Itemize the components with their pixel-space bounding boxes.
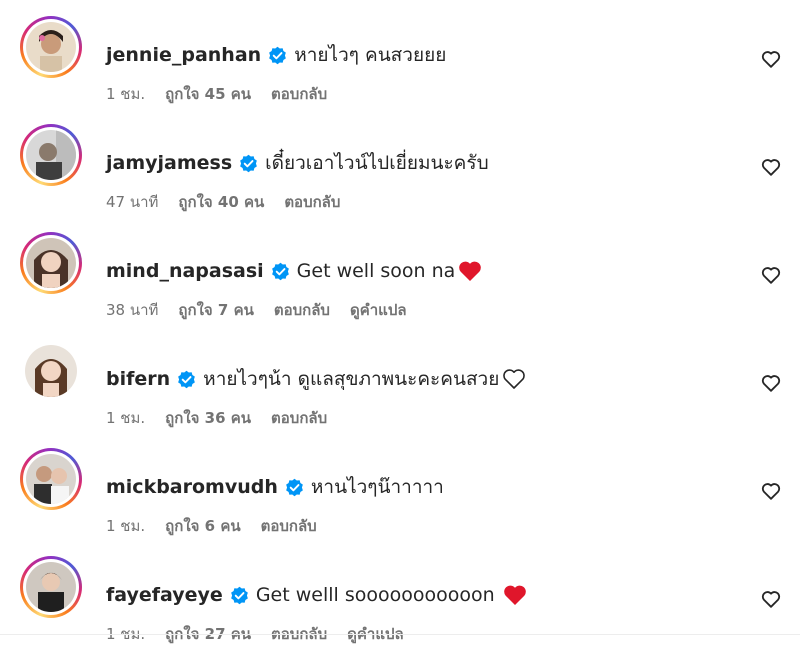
reply-button[interactable]: ตอบกลับ [271,406,327,430]
comment-item: mind_napasasi Get well soon na 38 นาที ถ… [0,228,800,328]
username[interactable]: jennie_panhan [106,44,261,66]
comment-item: fayefayeye Get welll sooooooooooon 1 ชม.… [0,552,800,652]
avatar[interactable] [20,340,82,402]
comment-text: Get well soon na [296,260,456,282]
heart-icon[interactable] [760,588,782,610]
avatar[interactable] [20,556,82,618]
avatar[interactable] [20,16,82,78]
reply-button[interactable]: ตอบกลับ [271,82,327,106]
comment-text: เดี๋ยวเอาไวน์ไปเยี่ยมนะครับ [265,152,489,174]
comment-item: jennie_panhan หายไวๆ คนสวยยย 1 ชม. ถูกใจ… [0,12,800,112]
heart-icon[interactable] [760,372,782,394]
comment-item: jamyjamess เดี๋ยวเอาไวน์ไปเยี่ยมนะครับ 4… [0,120,800,220]
reply-button[interactable]: ตอบกลับ [261,514,317,538]
heart-icon[interactable] [760,48,782,70]
verified-badge-icon [177,370,196,389]
likes-count[interactable]: ถูกใจ 40 คน [178,190,264,214]
see-translation-button[interactable]: ดูคำแปล [350,298,407,322]
verified-badge-icon [285,478,304,497]
comment-item: bifern หายไวๆน้า ดูแลสุขภาพนะคะคนสวย 1 ช… [0,336,800,436]
comment-item: mickbaromvudh หานไวๆน๊าาาาา 1 ชม. ถูกใจ … [0,444,800,544]
username[interactable]: fayefayeye [106,584,223,606]
outline-heart-emoji-icon [502,368,526,390]
avatar[interactable] [20,448,82,510]
heart-icon[interactable] [760,480,782,502]
username[interactable]: jamyjamess [106,152,232,174]
comment-text: หานไวๆน๊าาาาา [310,476,444,498]
comment-text: หายไวๆ คนสวยยย [294,44,447,66]
likes-count[interactable]: ถูกใจ 45 คน [165,82,251,106]
likes-count[interactable]: ถูกใจ 36 คน [165,406,251,430]
avatar[interactable] [20,124,82,186]
comment-timestamp[interactable]: 1 ชม. [106,82,145,106]
comment-timestamp[interactable]: 1 ชม. [106,406,145,430]
verified-badge-icon [239,154,258,173]
divider [0,634,800,635]
comment-text: Get welll sooooooooooon [255,584,495,606]
heart-icon[interactable] [760,264,782,286]
comment-timestamp[interactable]: 47 นาที [106,190,158,214]
verified-badge-icon [268,46,287,65]
username[interactable]: mind_napasasi [106,260,264,282]
reply-button[interactable]: ตอบกลับ [274,298,330,322]
red-heart-emoji-icon [503,584,527,606]
likes-count[interactable]: ถูกใจ 6 คน [165,514,240,538]
heart-icon[interactable] [760,156,782,178]
verified-badge-icon [271,262,290,281]
avatar[interactable] [20,232,82,294]
likes-count[interactable]: ถูกใจ 7 คน [178,298,253,322]
username[interactable]: mickbaromvudh [106,476,278,498]
reply-button[interactable]: ตอบกลับ [284,190,340,214]
comment-timestamp[interactable]: 1 ชม. [106,514,145,538]
comment-timestamp[interactable]: 38 นาที [106,298,158,322]
comment-text: หายไวๆน้า ดูแลสุขภาพนะคะคนสวย [203,368,500,390]
username[interactable]: bifern [106,368,170,390]
verified-badge-icon [230,586,249,605]
red-heart-emoji-icon [458,260,482,282]
